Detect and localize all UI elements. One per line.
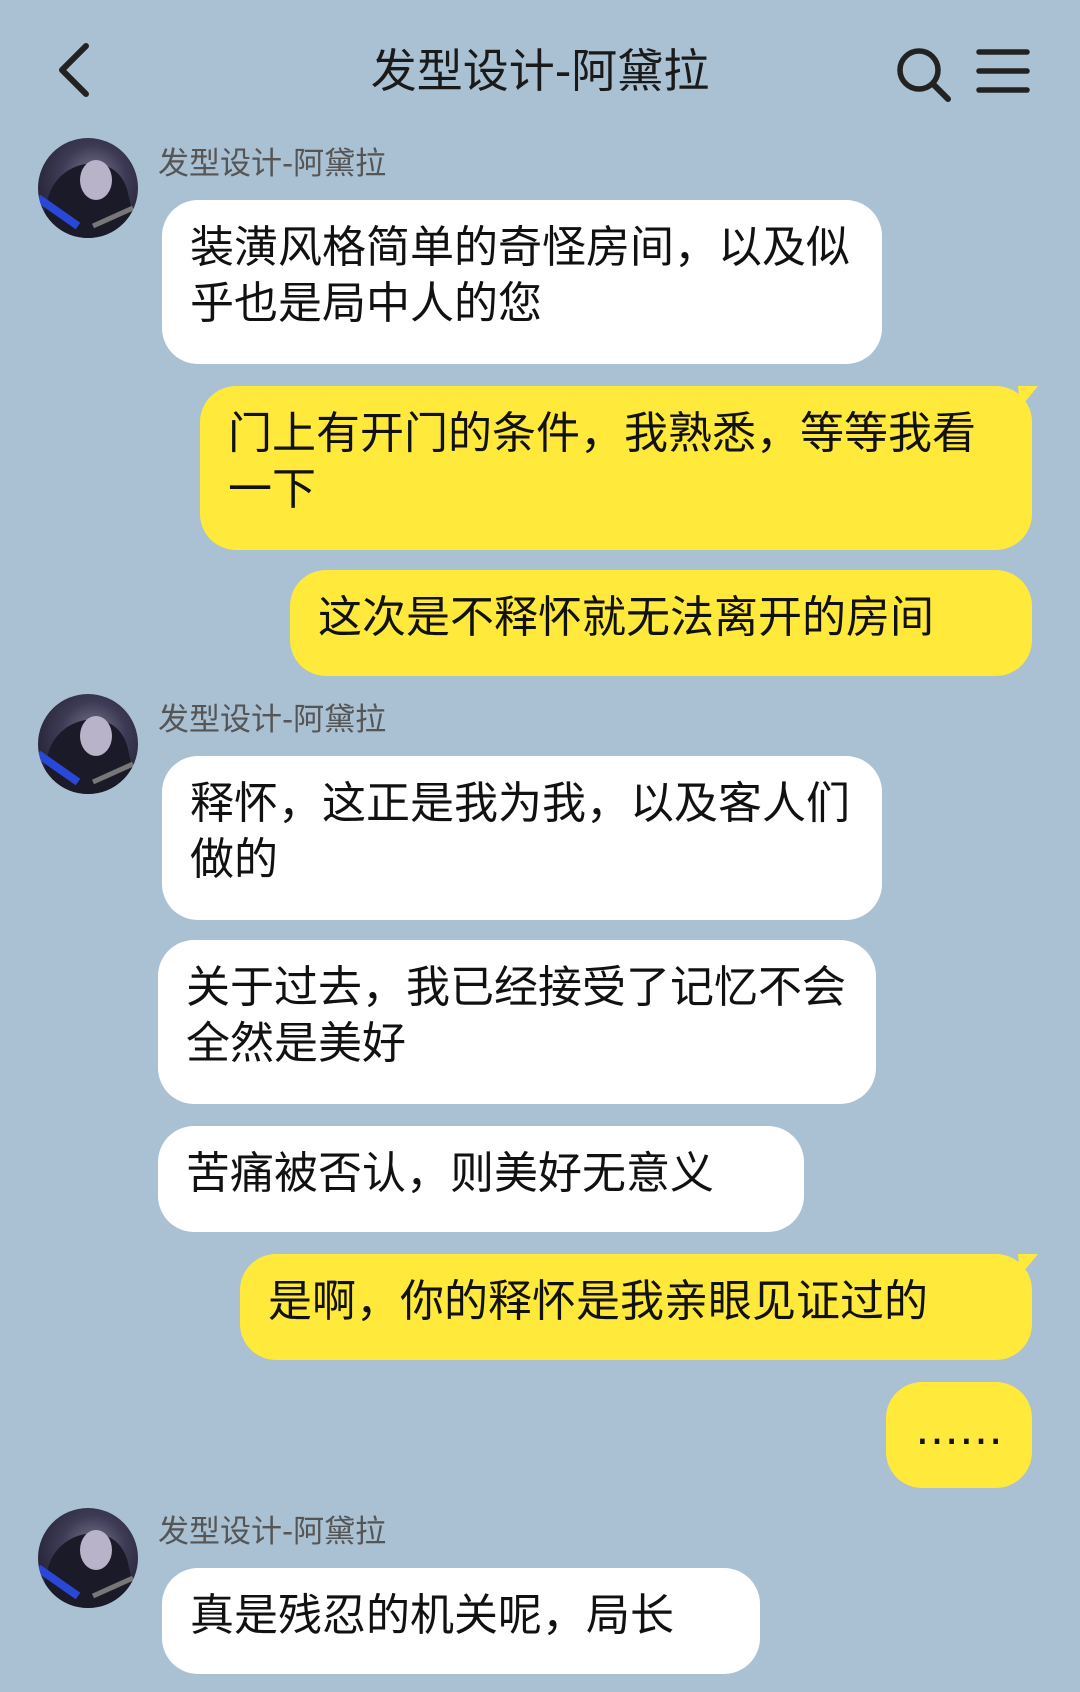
bubble-tail-icon — [1018, 386, 1038, 408]
avatar[interactable] — [38, 1508, 138, 1608]
message-text: 装潢风格简单的奇怪房间，以及似乎也是局中人的您 — [190, 222, 850, 329]
message-text: 是啊，你的释怀是我亲眼见证过的 — [268, 1276, 928, 1327]
message-text: …… — [915, 1404, 1003, 1455]
sender-name: 发型设计-阿黛拉 — [158, 146, 387, 182]
message-bubble-outgoing[interactable]: 门上有开门的条件，我熟悉，等等我看一下 — [200, 386, 1032, 550]
message-text: 这次是不释怀就无法离开的房间 — [318, 592, 934, 643]
message-text: 门上有开门的条件，我熟悉，等等我看一下 — [228, 408, 976, 515]
avatar-image — [38, 1530, 138, 1608]
search-icon — [897, 48, 951, 102]
message-text: 苦痛被否认，则美好无意义 — [186, 1148, 714, 1199]
message-bubble-incoming[interactable]: 装潢风格简单的奇怪房间，以及似乎也是局中人的您 — [162, 200, 882, 364]
menu-button[interactable] — [975, 46, 1031, 96]
message-text: 真是残忍的机关呢，局长 — [190, 1590, 674, 1641]
search-button[interactable] — [893, 44, 953, 104]
message-text: 关于过去，我已经接受了记忆不会全然是美好 — [186, 962, 846, 1069]
message-bubble-outgoing[interactable]: …… — [886, 1382, 1032, 1488]
bubble-tail-icon — [1018, 1254, 1038, 1276]
avatar-image — [38, 716, 138, 794]
avatar-image — [38, 160, 138, 238]
message-bubble-incoming[interactable]: 真是残忍的机关呢，局长 — [162, 1568, 760, 1674]
sender-name: 发型设计-阿黛拉 — [158, 702, 387, 738]
message-bubble-incoming[interactable]: 苦痛被否认，则美好无意义 — [158, 1126, 804, 1232]
message-bubble-outgoing[interactable]: 是啊，你的释怀是我亲眼见证过的 — [240, 1254, 1032, 1360]
sender-name: 发型设计-阿黛拉 — [158, 1514, 387, 1550]
avatar[interactable] — [38, 694, 138, 794]
message-bubble-incoming[interactable]: 释怀，这正是我为我，以及客人们做的 — [162, 756, 882, 920]
chat-header: 发型设计-阿黛拉 — [0, 0, 1080, 140]
message-text: 释怀，这正是我为我，以及客人们做的 — [190, 778, 850, 885]
avatar[interactable] — [38, 138, 138, 238]
message-bubble-outgoing[interactable]: 这次是不释怀就无法离开的房间 — [290, 570, 1032, 676]
menu-icon — [976, 49, 1030, 93]
message-bubble-incoming[interactable]: 关于过去，我已经接受了记忆不会全然是美好 — [158, 940, 876, 1104]
